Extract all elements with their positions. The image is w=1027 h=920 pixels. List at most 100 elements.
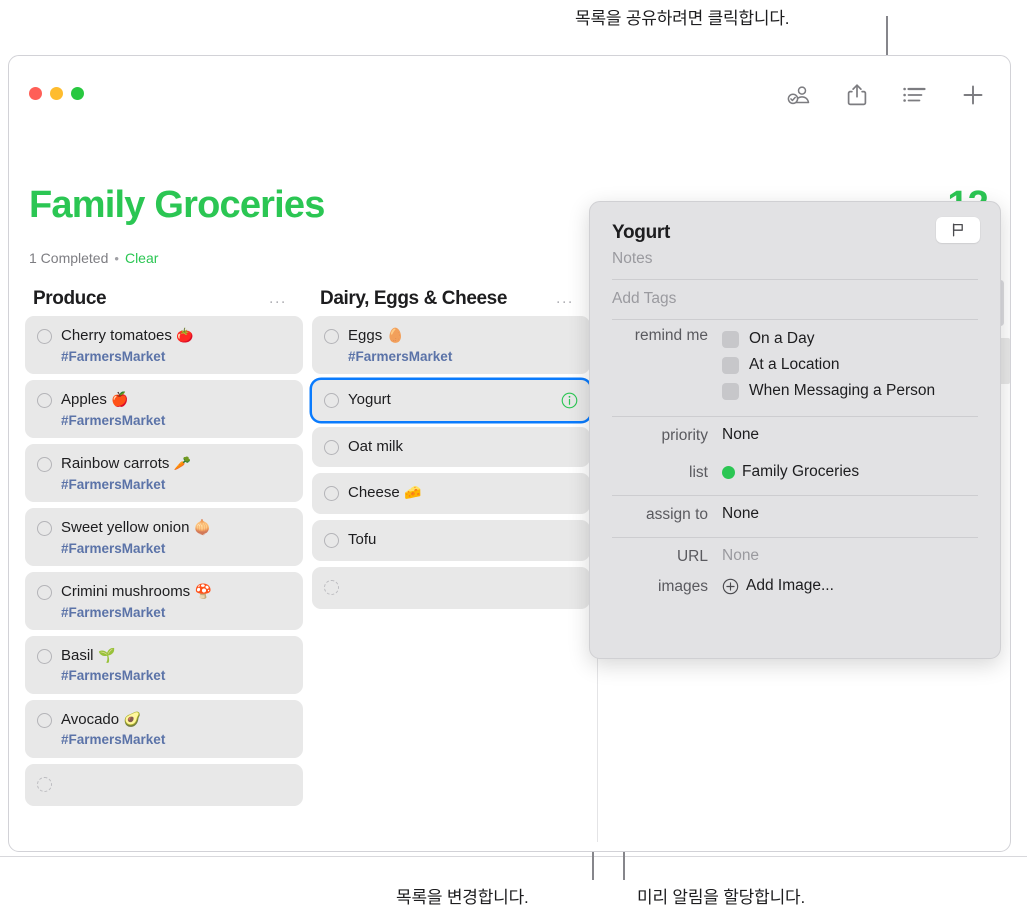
complete-circle-icon[interactable] bbox=[37, 520, 52, 536]
completed-summary: 1 Completed • Clear bbox=[29, 250, 158, 266]
complete-circle-icon[interactable] bbox=[37, 456, 52, 472]
info-icon[interactable] bbox=[561, 392, 578, 409]
reminder-title: Avocado bbox=[61, 710, 120, 728]
complete-circle-icon[interactable] bbox=[37, 584, 52, 600]
priority-value: None bbox=[722, 426, 760, 443]
notes-input[interactable]: Notes bbox=[612, 244, 978, 280]
reminder-tag[interactable]: #FarmersMarket bbox=[61, 349, 291, 365]
reminder-row[interactable]: Tofu bbox=[312, 520, 590, 561]
column-header-produce: Produce ... bbox=[25, 282, 303, 316]
reminder-row[interactable]: Sweet yellow onion 🧅 #FarmersMarket bbox=[25, 507, 303, 566]
reminder-row[interactable]: Cherry tomatoes 🍅 #FarmersMarket bbox=[25, 316, 303, 374]
url-row[interactable]: URL None bbox=[612, 538, 978, 575]
column-header-dairy: Dairy, Eggs & Cheese ... bbox=[312, 282, 590, 316]
reminder-emoji: 🍎 bbox=[111, 390, 129, 407]
reminder-list-produce: Cherry tomatoes 🍅 #FarmersMarket Apples 🍎 #… bbox=[25, 316, 303, 806]
callout-assign-reminder-text: 미리 알림을 할당합니다. bbox=[637, 888, 805, 907]
reminder-tag[interactable]: #FarmersMarket bbox=[61, 477, 291, 493]
remind-option-label: On a Day bbox=[749, 330, 815, 347]
bottom-divider bbox=[0, 856, 1027, 857]
reminder-emoji: 🧀 bbox=[404, 484, 422, 501]
reminder-tag[interactable]: #FarmersMarket bbox=[61, 541, 291, 557]
reminder-tag[interactable]: #FarmersMarket bbox=[61, 732, 291, 748]
complete-circle-icon[interactable] bbox=[37, 648, 52, 664]
share-icon bbox=[847, 84, 867, 106]
reminder-detail-popover: Yogurt Notes Add Tags remind me On a Day bbox=[589, 201, 1001, 659]
flag-button[interactable] bbox=[936, 217, 980, 243]
share-button[interactable] bbox=[842, 80, 872, 110]
reminder-title: Eggs bbox=[348, 327, 383, 344]
add-tags-input[interactable]: Add Tags bbox=[612, 280, 978, 320]
reminder-list-dairy: Eggs 🥚 #FarmersMarket Yogurt Oat milk Cheese… bbox=[312, 316, 590, 609]
reminder-row[interactable]: Apples 🍎 #FarmersMarket bbox=[25, 379, 303, 438]
callout-share-text: 목록을 공유하려면 클릭합니다. bbox=[575, 9, 790, 28]
reminder-row[interactable]: Oat milk bbox=[312, 426, 590, 468]
reminder-title: Cheese bbox=[348, 484, 400, 502]
zoom-button[interactable] bbox=[71, 87, 84, 100]
reminder-row[interactable]: Eggs 🥚 #FarmersMarket bbox=[312, 316, 590, 374]
priority-row[interactable]: priority None bbox=[612, 417, 978, 454]
complete-circle-icon[interactable] bbox=[37, 712, 52, 728]
complete-circle-icon[interactable] bbox=[324, 392, 339, 408]
add-reminder-button[interactable] bbox=[958, 80, 988, 110]
complete-circle-icon[interactable] bbox=[324, 439, 339, 455]
minimize-button[interactable] bbox=[50, 87, 63, 100]
reminder-title: Rainbow carrots bbox=[61, 454, 170, 472]
checkbox-icon[interactable] bbox=[722, 356, 739, 374]
checkbox-icon[interactable] bbox=[722, 330, 739, 348]
view-options-button[interactable] bbox=[900, 80, 930, 110]
assign-to-row[interactable]: assign to None bbox=[612, 496, 978, 533]
complete-circle-icon[interactable] bbox=[37, 776, 52, 792]
list-color-dot bbox=[722, 465, 735, 479]
reminder-row[interactable]: Avocado 🥑 #FarmersMarket bbox=[25, 699, 303, 758]
images-label: images bbox=[658, 578, 708, 595]
close-button[interactable] bbox=[29, 87, 42, 100]
complete-circle-icon[interactable] bbox=[324, 329, 339, 344]
reminder-tag[interactable]: #FarmersMarket bbox=[61, 668, 291, 684]
reminder-row[interactable]: Basil 🌱 #FarmersMarket bbox=[25, 635, 303, 694]
reminder-title-line: Eggs 🥚 bbox=[348, 327, 578, 346]
remind-option-at-a-location[interactable]: At a Location bbox=[722, 352, 935, 378]
images-row[interactable]: images Add Image... bbox=[612, 575, 978, 605]
column-produce: Produce ... Cherry tomatoes 🍅 #FarmersMar… bbox=[25, 282, 303, 812]
flag-icon bbox=[952, 223, 963, 237]
new-reminder-row[interactable] bbox=[25, 763, 303, 806]
assign-to-value: None bbox=[722, 505, 760, 522]
column-dairy: Dairy, Eggs & Cheese ... Eggs 🥚 #FarmersM… bbox=[312, 282, 590, 615]
reminder-title-line: Cherry tomatoes 🍅 bbox=[61, 327, 291, 346]
complete-circle-icon[interactable] bbox=[324, 579, 339, 595]
add-image-label: Add Image... bbox=[746, 577, 834, 594]
reminder-emoji: 🧅 bbox=[193, 518, 212, 535]
column-title: Produce bbox=[33, 288, 107, 309]
reminder-title-line: Apples 🍎 bbox=[61, 391, 291, 410]
complete-circle-icon[interactable] bbox=[324, 533, 339, 549]
reminder-row[interactable]: Yogurt bbox=[312, 379, 590, 421]
column-menu-button[interactable]: ... bbox=[269, 291, 287, 307]
complete-circle-icon[interactable] bbox=[37, 392, 52, 408]
clear-completed-link[interactable]: Clear bbox=[125, 250, 158, 266]
reminder-body: Oat milk bbox=[348, 438, 578, 457]
callout-change-list-text: 목록을 변경합니다. bbox=[396, 888, 529, 907]
complete-circle-icon[interactable] bbox=[37, 329, 52, 344]
reminder-title-line: Basil 🌱 bbox=[61, 647, 291, 666]
remind-option-on-a-day[interactable]: On a Day bbox=[722, 326, 935, 352]
reminder-tag[interactable]: #FarmersMarket bbox=[61, 605, 291, 621]
remind-option-when-messaging[interactable]: When Messaging a Person bbox=[722, 378, 935, 404]
reminder-body: Avocado 🥑 #FarmersMarket bbox=[61, 711, 291, 749]
reminder-title-line: Crimini mushrooms 🍄 bbox=[61, 583, 291, 602]
reminder-body: Rainbow carrots 🥕 #FarmersMarket bbox=[61, 455, 291, 493]
reminder-tag[interactable]: #FarmersMarket bbox=[348, 349, 578, 365]
checkbox-icon[interactable] bbox=[722, 382, 739, 400]
reminder-title: Oat milk bbox=[348, 437, 404, 455]
list-value: Family Groceries bbox=[742, 463, 860, 480]
popover-header: Yogurt bbox=[590, 202, 1000, 244]
new-reminder-row[interactable] bbox=[312, 566, 590, 609]
reminder-tag[interactable]: #FarmersMarket bbox=[61, 413, 291, 429]
reminder-row[interactable]: Rainbow carrots 🥕 #FarmersMarket bbox=[25, 443, 303, 502]
reminder-row[interactable]: Cheese 🧀 bbox=[312, 473, 590, 515]
assigned-reminders-button[interactable] bbox=[784, 80, 814, 110]
complete-circle-icon[interactable] bbox=[324, 486, 339, 502]
reminder-row[interactable]: Crimini mushrooms 🍄 #FarmersMarket bbox=[25, 571, 303, 630]
list-row[interactable]: list Family Groceries bbox=[612, 454, 978, 491]
column-menu-button[interactable]: ... bbox=[556, 291, 574, 307]
